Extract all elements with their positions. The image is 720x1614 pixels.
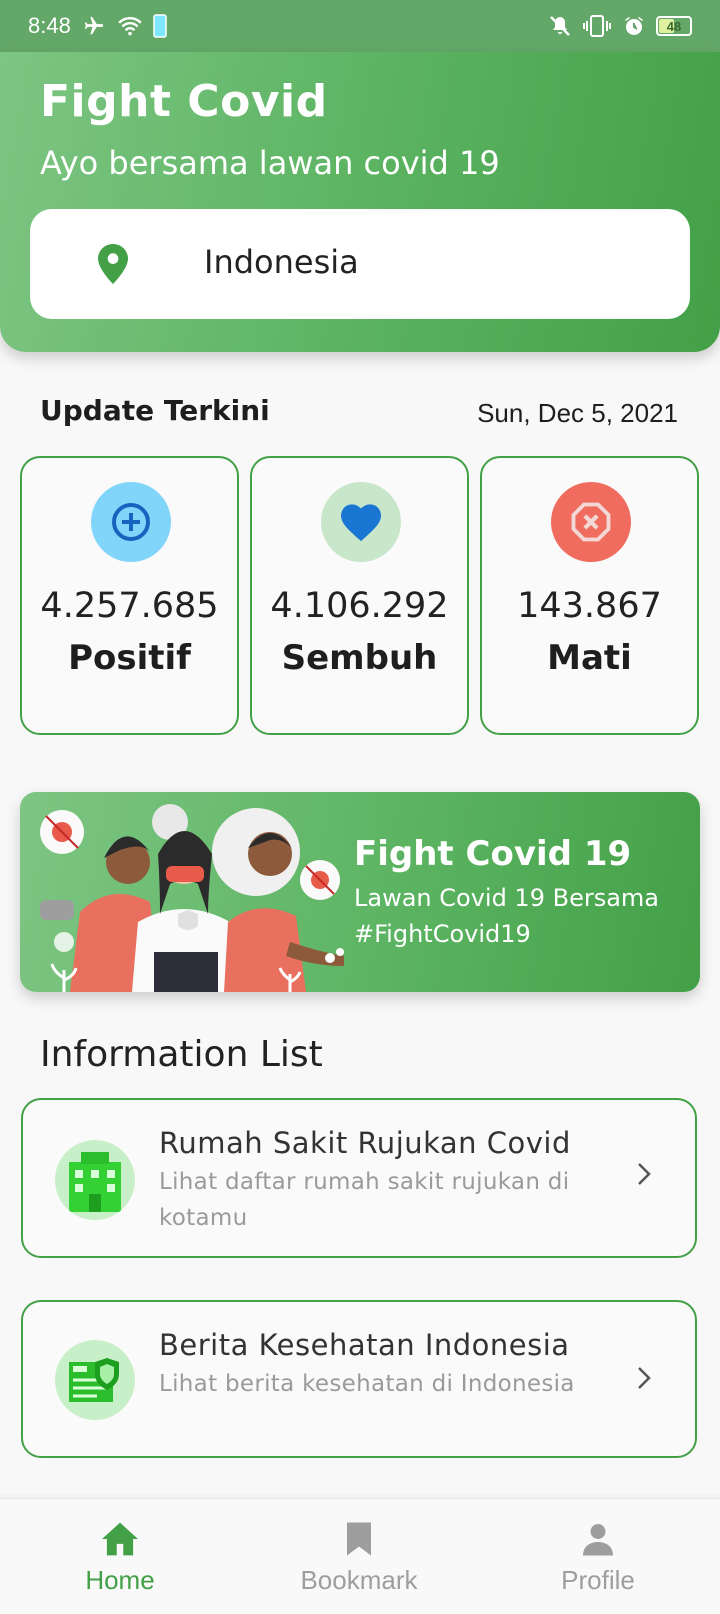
battery-icon: 48 [656, 16, 692, 36]
info-list-title: Information List [40, 1034, 323, 1075]
hospital-icon [55, 1140, 135, 1220]
people-with-masks-illustration [40, 804, 344, 992]
location-label: Indonesia [204, 243, 359, 281]
stat-card-sembuh: 4.106.292 Sembuh [250, 456, 469, 735]
alarm-icon [622, 14, 646, 38]
nav-home-label: Home [85, 1565, 155, 1595]
location-selector[interactable]: Indonesia [30, 209, 690, 319]
heart-icon [321, 482, 401, 562]
banner-subtitle: Lawan Covid 19 Bersama [354, 884, 659, 912]
banner-title: Fight Covid 19 [354, 834, 632, 874]
airplane-icon [81, 15, 107, 37]
bottom-navigation: Home Bookmark Profile [0, 1498, 720, 1614]
news-icon [55, 1340, 135, 1420]
x-octagon-icon [551, 482, 631, 562]
info-item-title: Berita Kesehatan Indonesia [159, 1328, 570, 1362]
stat-label: Positif [68, 638, 191, 678]
stat-value: 4.257.685 [40, 586, 219, 626]
phone-icon [153, 14, 167, 38]
nav-profile[interactable]: Profile [508, 1513, 688, 1596]
plus-circle-icon [91, 482, 171, 562]
stat-card-mati: 143.867 Mati [480, 456, 699, 735]
stat-label: Mati [547, 638, 632, 678]
location-pin-icon [98, 244, 128, 288]
info-item-news[interactable]: Berita Kesehatan Indonesia Lihat berita … [21, 1300, 697, 1458]
nav-bookmark-label: Bookmark [300, 1565, 418, 1595]
status-bar: 8:48 48 [0, 0, 720, 52]
person-icon [508, 1513, 688, 1557]
bookmark-icon [269, 1513, 449, 1557]
app-subtitle: Ayo bersama lawan covid 19 [40, 144, 500, 182]
vibrate-icon [582, 14, 612, 38]
app-header: Fight Covid Ayo bersama lawan covid 19 I… [0, 52, 720, 352]
stat-label: Sembuh [281, 638, 438, 678]
app-title: Fight Covid [40, 76, 328, 127]
info-item-title: Rumah Sakit Rujukan Covid [159, 1126, 571, 1160]
info-item-desc: Lihat berita kesehatan di Indonesia [159, 1371, 575, 1397]
stat-card-positif: 4.257.685 Positif [20, 456, 239, 735]
wifi-icon [117, 15, 143, 37]
status-time: 8:48 [28, 13, 71, 38]
stat-value: 143.867 [517, 586, 662, 626]
nav-profile-label: Profile [561, 1565, 635, 1595]
chevron-right-icon [637, 1366, 651, 1394]
info-item-hospital[interactable]: Rumah Sakit Rujukan Covid Lihat daftar r… [21, 1098, 697, 1258]
update-date: Sun, Dec 5, 2021 [477, 398, 678, 428]
fight-covid-banner[interactable]: Fight Covid 19 Lawan Covid 19 Bersama #F… [20, 792, 700, 992]
info-item-desc: Lihat daftar rumah sakit rujukan di kota… [159, 1169, 570, 1231]
mute-icon [548, 14, 572, 38]
chevron-right-icon [637, 1162, 651, 1190]
banner-hashtag: #FightCovid19 [354, 920, 531, 948]
update-title: Update Terkini [40, 394, 270, 427]
nav-home[interactable]: Home [30, 1513, 210, 1596]
stat-value: 4.106.292 [270, 586, 449, 626]
nav-bookmark[interactable]: Bookmark [269, 1513, 449, 1596]
home-icon [30, 1513, 210, 1557]
